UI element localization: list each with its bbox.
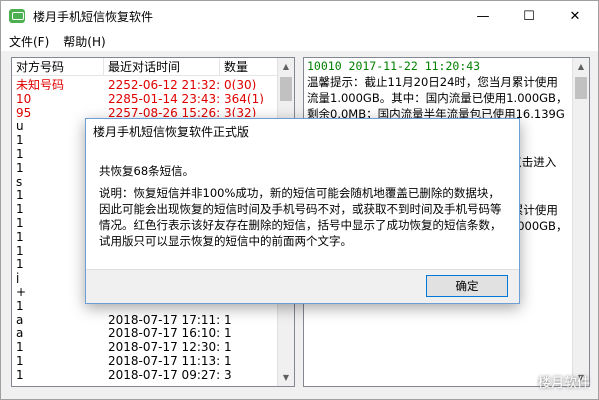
cell-number: 1 [16,340,24,352]
cell-count: 1 [224,326,232,339]
cell-time: 2257-08-26 15:26:54 [108,105,220,118]
column-header-count[interactable]: 数量 [220,58,278,75]
list-row[interactable]: 未知号码 2252-06-12 21:32:55 0(30) [12,76,294,90]
list-row[interactable]: 95 2257-08-26 15:26:54 3(32) [12,104,294,118]
cell-count: 0(30) [224,78,257,90]
cell-time: 2018-07-17 09:27:09 [108,367,220,380]
cell-count: 3 [224,367,232,380]
scroll-up-icon[interactable]: ▲ [573,58,589,75]
watermark: 楼月软件 [537,376,590,391]
list-row[interactable]: 1 2018-07-17 09:27:09 3 [12,366,294,380]
cell-number: 10 [16,91,32,104]
cell-count: 3(32) [224,105,257,118]
maximize-button[interactable]: ☐ [506,1,552,31]
menu-help[interactable]: 帮助(H) [63,33,105,50]
menu-file[interactable]: 文件(F) [9,33,49,50]
scroll-up-icon[interactable]: ▲ [278,58,294,75]
cell-time: 2252-06-12 21:32:55 [108,78,220,90]
cell-number: a [16,312,24,325]
cell-time: 2018-07-17 12:30:23 [108,340,220,352]
recovery-result-dialog: 楼月手机短信恢复软件正式版 共恢复68条短信。 说明：恢复短信并非100%成功，… [85,118,520,304]
list-header: 对方号码 最近对话时间 数量 [12,58,294,76]
cell-count: 1 [224,353,232,366]
cell-time: 2018-07-17 16:10:16 [108,326,220,339]
window-title: 楼月手机短信恢复软件 [33,9,154,24]
list-row[interactable]: 1 2018-07-17 11:13:02 1 [12,352,294,366]
cell-count: 1 [224,312,232,325]
dialog-footer: 确定 [86,269,519,303]
scroll-thumb[interactable] [575,77,587,99]
close-button[interactable]: ✕ [552,1,598,31]
list-row[interactable]: 1 2018-07-17 12:30:23 1 [12,338,294,352]
cell-time: 2018-07-17 17:11:45 [108,312,220,325]
ok-button[interactable]: 确定 [426,275,508,297]
dialog-body: 共恢复68条短信。 说明：恢复短信并非100%成功，新的短信可能会随机地覆盖已删… [86,145,519,269]
cell-time: 2285-01-14 23:43:08 [108,91,220,104]
cell-number: 未知号码 [16,78,65,90]
title-bar[interactable]: 楼月手机短信恢复软件 — ☐ ✕ [1,1,598,31]
scroll-down-icon[interactable]: ▼ [278,369,294,386]
app-message-icon [9,9,25,23]
list-row[interactable]: a 2018-07-17 16:10:16 1 [12,324,294,338]
cell-number: a [16,326,24,339]
cell-time: 2018-07-17 11:13:02 [108,353,220,366]
dialog-summary: 共恢复68条短信。 [99,164,195,178]
list-row[interactable]: 10 2285-01-14 23:43:08 364(1) [12,90,294,104]
list-row[interactable]: a 2018-07-17 17:11:45 1 [12,311,294,325]
cell-count: 364(1) [224,91,264,104]
dialog-note: 说明：恢复短信并非100%成功，新的短信可能会随机地覆盖已删除的数据块，因此可能… [99,186,502,248]
column-header-number[interactable]: 对方号码 [12,58,104,75]
cell-number: 1 [16,353,24,366]
dialog-title[interactable]: 楼月手机短信恢复软件正式版 [86,119,519,145]
menu-bar: 文件(F) 帮助(H) [1,31,598,51]
cell-number: 95 [16,105,32,118]
column-header-time[interactable]: 最近对话时间 [104,58,220,75]
cell-count: 1 [224,340,232,352]
window-controls: — ☐ ✕ [460,1,598,31]
cell-number: 1 [16,367,24,380]
message-scrollbar[interactable]: ▲ ▼ [572,58,589,386]
message-header: 10010 2017-11-22 11:20:43 [307,59,481,73]
minimize-button[interactable]: — [460,1,506,31]
scroll-thumb[interactable] [280,77,292,101]
